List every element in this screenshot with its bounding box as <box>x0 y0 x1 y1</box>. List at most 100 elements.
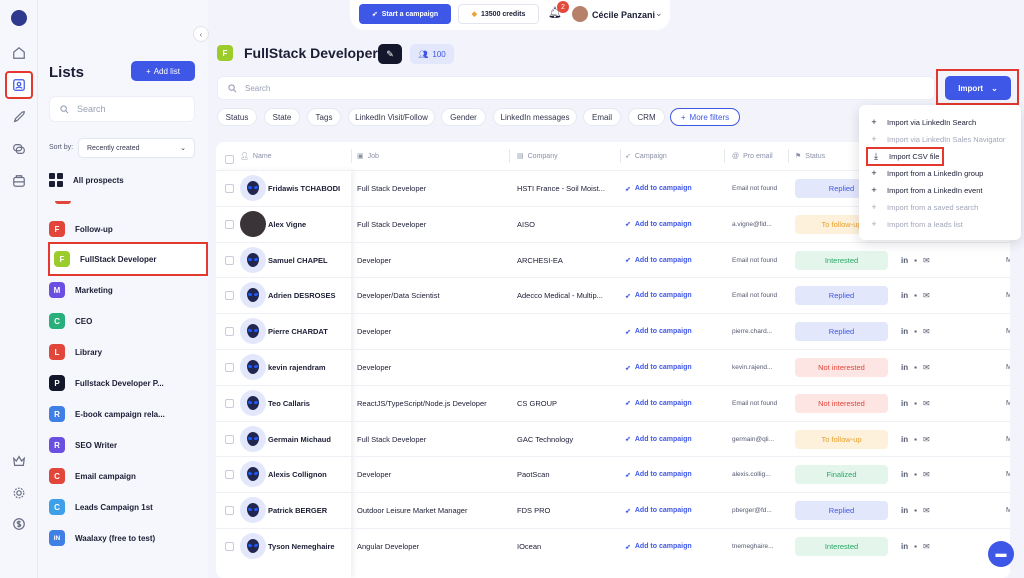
settings-icon[interactable] <box>7 481 31 505</box>
filter-chip[interactable]: LinkedIn messages <box>493 108 577 126</box>
prospect-name[interactable]: Pierre CHARDAT <box>268 314 352 349</box>
email-icon[interactable]: ✉ <box>923 291 930 300</box>
table-row[interactable]: Samuel CHAPEL Developer ARCHESI-EA ➶ Add to … <box>216 241 1010 278</box>
crown-icon[interactable] <box>7 449 31 473</box>
column-header-name[interactable]: 👤︎ Name <box>240 142 272 170</box>
list-item[interactable]: M Marketing <box>49 277 195 303</box>
row-checkbox[interactable] <box>225 291 234 301</box>
add-to-campaign-link[interactable]: ➶ Add to campaign <box>625 278 729 313</box>
row-checkbox[interactable] <box>225 470 234 480</box>
row-checkbox[interactable] <box>225 542 234 551</box>
row-checkbox[interactable] <box>225 434 234 444</box>
chevron-down-icon[interactable]: ⌄ <box>655 8 663 19</box>
add-to-campaign-link[interactable]: ➶ Add to campaign <box>625 493 729 528</box>
logo[interactable] <box>11 10 27 26</box>
add-to-campaign-link[interactable]: ➶ Add to campaign <box>625 207 729 242</box>
add-to-campaign-link[interactable]: ➶ Add to campaign <box>625 350 729 385</box>
list-item[interactable]: C CEO <box>49 308 195 334</box>
import-menu-item[interactable]: + Import from a leads list <box>869 217 963 231</box>
avatar[interactable] <box>240 461 266 488</box>
filter-chip[interactable]: Gender <box>441 108 486 126</box>
column-header-company[interactable]: ▤ Company <box>517 142 558 170</box>
filter-chip[interactable]: Email <box>583 108 621 126</box>
row-checkbox[interactable] <box>225 506 234 516</box>
import-menu-item[interactable]: ⤓ Import CSV file <box>865 147 945 166</box>
prospect-name[interactable]: kevin rajendram <box>268 350 352 385</box>
email-icon[interactable]: ✉ <box>923 399 930 408</box>
email-icon[interactable]: ✉ <box>923 256 930 265</box>
contacts-icon[interactable] <box>5 71 33 99</box>
list-item[interactable]: IN Waalaxy (free to test) <box>49 525 195 551</box>
email-icon[interactable]: ✉ <box>923 542 930 551</box>
prospect-name[interactable]: Teo Callaris <box>268 386 352 421</box>
avatar[interactable] <box>240 246 266 273</box>
chat-support-button[interactable]: ▬ <box>988 541 1014 567</box>
credits-badge[interactable]: ◆ 13500 credits <box>458 4 539 24</box>
list-item-all-prospects[interactable]: All prospects <box>49 167 195 193</box>
prospect-name[interactable]: Fridawis TCHABODI <box>268 171 352 206</box>
email-icon[interactable]: ✉ <box>923 327 930 336</box>
messages-icon[interactable] <box>7 137 31 161</box>
linkedin-icon[interactable]: in <box>901 399 908 408</box>
table-row[interactable]: Tyson Nemeghaire Angular Developer IOcean ➶… <box>216 528 1010 564</box>
row-checkbox[interactable] <box>225 398 234 408</box>
prospect-name[interactable]: Germain Michaud <box>268 422 352 457</box>
list-item[interactable]: P Fullstack Developer P... <box>49 370 195 396</box>
avatar[interactable] <box>240 425 266 452</box>
add-to-campaign-link[interactable]: ➶ Add to campaign <box>625 243 729 278</box>
table-row[interactable]: Germain Michaud Full Stack Developer GAC T… <box>216 420 1010 457</box>
avatar[interactable] <box>240 389 266 416</box>
list-item[interactable]: R SEO Writer <box>49 432 195 458</box>
status-badge[interactable]: To follow-up <box>795 429 888 449</box>
import-menu-item[interactable]: + Import from a LinkedIn group <box>869 166 983 180</box>
add-to-campaign-link[interactable]: ➶ Add to campaign <box>625 171 729 206</box>
linkedin-icon[interactable]: in <box>901 470 908 479</box>
import-menu-item[interactable]: + Import from a saved search <box>869 200 978 214</box>
table-row[interactable]: Pierre CHARDAT Developer ➶ Add to campaign p… <box>216 313 1010 349</box>
list-item[interactable]: F Follow-up <box>49 216 195 242</box>
filter-chip[interactable]: CRM <box>628 108 665 126</box>
status-badge[interactable]: Finalized <box>795 465 888 485</box>
select-all-checkbox[interactable] <box>225 155 234 164</box>
prospect-name[interactable]: Alex Vigne <box>268 207 352 242</box>
import-menu-item[interactable]: + Import via LinkedIn Search <box>869 115 976 129</box>
table-row[interactable]: Patrick BERGER Outdoor Leisure Market Man… <box>216 492 1010 528</box>
status-badge[interactable]: Interested <box>795 537 888 556</box>
avatar[interactable] <box>240 210 266 237</box>
status-badge[interactable]: Replied <box>795 286 888 306</box>
status-badge[interactable]: Replied <box>795 501 888 521</box>
inbox-icon[interactable] <box>7 169 31 193</box>
column-header-status[interactable]: ⚑ Status <box>795 142 825 170</box>
avatar[interactable] <box>240 318 266 345</box>
add-to-campaign-link[interactable]: ➶ Add to campaign <box>625 314 729 349</box>
add-to-campaign-link[interactable]: ➶ Add to campaign <box>625 386 729 421</box>
filter-chip[interactable]: Status <box>217 108 257 126</box>
linkedin-icon[interactable]: in <box>901 256 908 265</box>
list-item[interactable]: C Leads Campaign 1st <box>49 494 195 520</box>
filter-chip[interactable]: State <box>264 108 300 126</box>
row-checkbox[interactable] <box>225 219 234 229</box>
add-list-button[interactable]: + Add list <box>131 61 195 81</box>
list-item[interactable]: C Email campaign <box>49 463 195 489</box>
table-row[interactable]: Teo Callaris ReactJS/TypeScript/Node.js D… <box>216 384 1010 421</box>
add-to-campaign-link[interactable]: ➶ Add to campaign <box>625 457 729 492</box>
row-checkbox[interactable] <box>225 184 234 193</box>
lists-search-input[interactable]: Search <box>49 96 195 122</box>
add-to-campaign-link[interactable]: ➶ Add to campaign <box>625 422 729 457</box>
list-item[interactable]: R E-book campaign rela... <box>49 401 195 427</box>
table-row[interactable]: Alexis Collignon Developer PaotScan ➶ Add to… <box>216 456 1010 492</box>
filter-chip[interactable]: Tags <box>307 108 341 126</box>
more-filters-button[interactable]: + More filters <box>670 108 740 126</box>
add-to-campaign-link[interactable]: ➶ Add to campaign <box>625 529 729 564</box>
linkedin-icon[interactable]: in <box>901 506 908 515</box>
user-avatar[interactable] <box>572 6 588 22</box>
prospect-name[interactable]: Tyson Nemeghaire <box>268 529 352 564</box>
row-checkbox[interactable] <box>225 363 234 372</box>
message-icon[interactable]: ▪ <box>914 256 917 265</box>
message-icon[interactable]: ▪ <box>914 327 917 336</box>
import-button[interactable]: Import ⌄ <box>945 76 1011 100</box>
row-checkbox[interactable] <box>225 327 234 337</box>
message-icon[interactable]: ▪ <box>914 542 917 551</box>
message-icon[interactable]: ▪ <box>914 399 917 408</box>
linkedin-icon[interactable]: in <box>901 291 908 300</box>
